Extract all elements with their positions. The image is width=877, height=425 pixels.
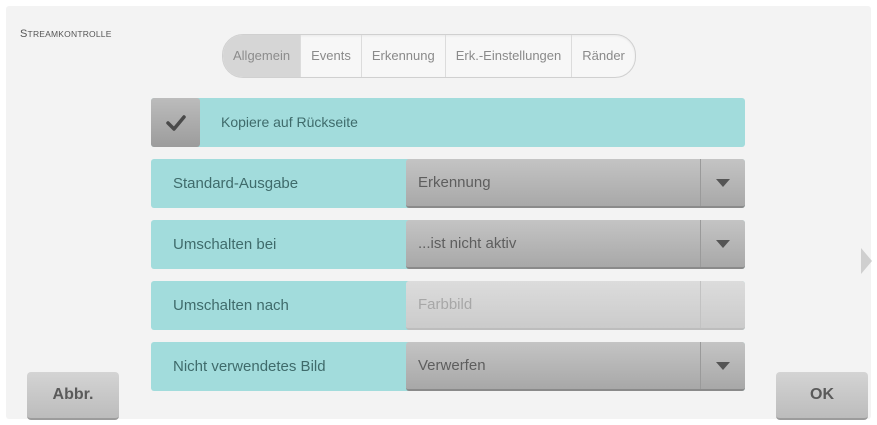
umschalten-bei-label: Umschalten bei: [173, 236, 277, 253]
copy-back-checkbox[interactable]: [151, 98, 200, 147]
umschalten-nach-label: Umschalten nach: [173, 297, 289, 314]
tab-events[interactable]: Events: [301, 35, 362, 77]
nicht-verwendetes-bild-dropdown[interactable]: Verwerfen: [406, 342, 745, 391]
tab-allgemein[interactable]: Allgemein: [223, 35, 302, 77]
umschalten-nach-row: Umschalten nach Farbbild: [151, 281, 745, 330]
dropdown-toggle[interactable]: [700, 220, 745, 267]
cancel-button[interactable]: Abbr.: [27, 372, 119, 420]
tab-bar: Allgemein Events Erkennung Erk.-Einstell…: [222, 34, 636, 78]
ok-button[interactable]: OK: [776, 372, 868, 420]
standard-ausgabe-label: Standard-Ausgabe: [173, 175, 299, 192]
tab-raender[interactable]: Ränder: [572, 35, 635, 77]
copy-back-row[interactable]: Kopiere auf Rückseite: [151, 98, 745, 147]
standard-ausgabe-dropdown[interactable]: Erkennung: [406, 159, 745, 208]
chevron-down-icon: [716, 361, 730, 370]
nicht-verwendetes-bild-label: Nicht verwendetes Bild: [173, 358, 326, 375]
tab-erk-einstellungen[interactable]: Erk.-Einstellungen: [446, 35, 573, 77]
chevron-down-icon: [716, 178, 730, 187]
dialog-title: Streamkontrolle: [20, 28, 112, 40]
umschalten-bei-dropdown[interactable]: ...ist nicht aktiv: [406, 220, 745, 269]
dropdown-toggle[interactable]: [700, 159, 745, 206]
title-initial: S: [20, 28, 28, 40]
umschalten-nach-value: Farbbild: [418, 296, 473, 313]
tab-erkennung[interactable]: Erkennung: [362, 35, 446, 77]
title-rest: treamkontrolle: [27, 29, 112, 39]
chevron-down-icon: [716, 239, 730, 248]
dropdown-toggle-disabled: [700, 281, 745, 328]
check-icon: [165, 114, 186, 131]
standard-ausgabe-row: Standard-Ausgabe Erkennung: [151, 159, 745, 208]
standard-ausgabe-value: Erkennung: [418, 174, 491, 191]
chevron-right-icon[interactable]: [861, 248, 872, 274]
dropdown-toggle[interactable]: [700, 342, 745, 389]
nicht-verwendetes-bild-row: Nicht verwendetes Bild Verwerfen: [151, 342, 745, 391]
umschalten-bei-value: ...ist nicht aktiv: [418, 235, 517, 252]
umschalten-nach-dropdown: Farbbild: [406, 281, 745, 330]
nicht-verwendetes-bild-value: Verwerfen: [418, 357, 486, 374]
copy-back-label: Kopiere auf Rückseite: [221, 114, 358, 130]
umschalten-bei-row: Umschalten bei ...ist nicht aktiv: [151, 220, 745, 269]
